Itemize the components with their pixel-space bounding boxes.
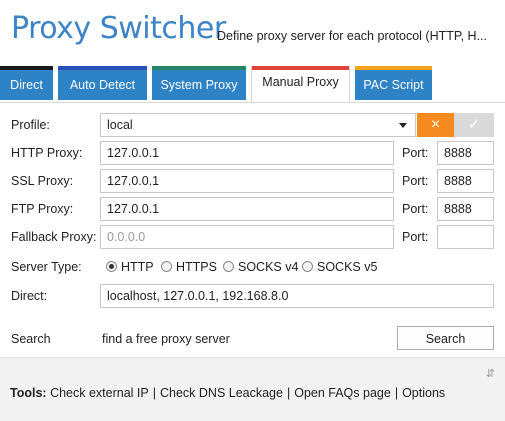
tab-bar: Direct Auto Detect System Proxy Manual P… <box>0 66 505 102</box>
options-link[interactable]: Options <box>402 386 445 400</box>
separator: | <box>152 386 156 400</box>
fallback-proxy-label: Fallback Proxy: <box>11 230 97 244</box>
separator: | <box>286 386 291 400</box>
tools-label: Tools: <box>10 386 47 400</box>
http-port-input[interactable]: 8888 <box>437 141 494 165</box>
radio-https[interactable]: HTTPS <box>161 260 217 276</box>
radio-label: SOCKS v4 <box>238 260 299 274</box>
app-title: Proxy Switcher <box>11 11 226 46</box>
tab-color-bar <box>252 66 349 70</box>
ftp-proxy-label: FTP Proxy: <box>11 202 74 216</box>
http-port-label: Port: <box>402 146 429 160</box>
check-icon: ✓ <box>467 116 481 133</box>
check-dns-leakage-link[interactable]: Check DNS Leackage <box>160 386 283 400</box>
radio-icon <box>161 261 172 272</box>
radio-selected-icon <box>106 261 117 272</box>
app-subtitle: Define proxy server for each protocol (H… <box>217 29 488 43</box>
radio-label: HTTP <box>121 260 154 274</box>
chevron-down-icon <box>399 123 407 128</box>
delete-profile-button[interactable]: × <box>417 113 454 137</box>
save-profile-button[interactable]: ✓ <box>454 113 494 137</box>
ftp-proxy-input[interactable]: 127.0.0.1 <box>100 197 394 221</box>
profile-select[interactable]: local <box>100 113 416 137</box>
tab-pac-script[interactable]: PAC Script <box>355 66 432 100</box>
search-button[interactable]: Search <box>397 326 494 350</box>
radio-icon <box>302 261 313 272</box>
footer: ⇵ Tools: Check external IP | Check DNS Lea… <box>0 357 505 421</box>
close-icon: × <box>430 116 441 133</box>
radio-socks-v5[interactable]: SOCKS v5 <box>302 260 377 276</box>
tab-auto-detect[interactable]: Auto Detect <box>58 66 147 100</box>
check-external-ip-link[interactable]: Check external IP <box>50 386 149 400</box>
direct-input[interactable]: localhost, 127.0.0.1, 192.168.8.0 <box>100 284 494 308</box>
tab-color-bar <box>58 66 147 70</box>
radio-icon <box>223 261 234 272</box>
tab-color-bar <box>355 66 432 70</box>
tab-label: Manual Proxy <box>262 75 339 89</box>
resize-icon[interactable]: ⇵ <box>486 367 495 380</box>
ssl-proxy-input[interactable]: 127.0.0.1 <box>100 169 394 193</box>
search-label: Search <box>11 332 51 346</box>
fallback-proxy-input[interactable]: 0.0.0.0 <box>100 225 394 249</box>
separator: | <box>394 386 399 400</box>
radio-http[interactable]: HTTP <box>106 260 154 276</box>
tools-bar: Tools: Check external IP | Check DNS Leack… <box>10 386 445 400</box>
ftp-port-label: Port: <box>402 202 429 216</box>
http-proxy-label: HTTP Proxy: <box>11 146 83 160</box>
radio-label: SOCKS v5 <box>317 260 378 274</box>
ftp-port-input[interactable]: 8888 <box>437 197 494 221</box>
fallback-port-input[interactable] <box>437 225 494 249</box>
ssl-proxy-label: SSL Proxy: <box>11 174 74 188</box>
header: Proxy Switcher Define proxy server for e… <box>0 0 505 66</box>
profile-value: local <box>107 118 133 132</box>
tab-color-bar <box>0 66 53 70</box>
tab-direct[interactable]: Direct <box>0 66 53 100</box>
ssl-port-label: Port: <box>402 174 429 188</box>
tab-label: System Proxy <box>160 78 238 92</box>
server-type-label: Server Type: <box>11 260 82 274</box>
profile-label: Profile: <box>11 118 50 132</box>
tab-manual-proxy[interactable]: Manual Proxy <box>251 66 350 102</box>
radio-socks-v4[interactable]: SOCKS v4 <box>223 260 298 276</box>
tab-label: Direct <box>10 78 43 92</box>
search-description: find a free proxy server <box>102 332 230 346</box>
ssl-port-input[interactable]: 8888 <box>437 169 494 193</box>
radio-label: HTTPS <box>176 260 217 274</box>
manual-proxy-panel: Profile: local × ✓ HTTP Proxy: 127.0.0.1… <box>0 102 505 358</box>
tab-color-bar <box>152 66 246 70</box>
direct-label: Direct: <box>11 289 48 303</box>
tab-label: PAC Script <box>363 78 424 92</box>
tab-system-proxy[interactable]: System Proxy <box>152 66 246 100</box>
http-proxy-input[interactable]: 127.0.0.1 <box>100 141 394 165</box>
tab-label: Auto Detect <box>69 78 136 92</box>
fallback-port-label: Port: <box>402 230 429 244</box>
open-faqs-link[interactable]: Open FAQs page <box>294 386 391 400</box>
